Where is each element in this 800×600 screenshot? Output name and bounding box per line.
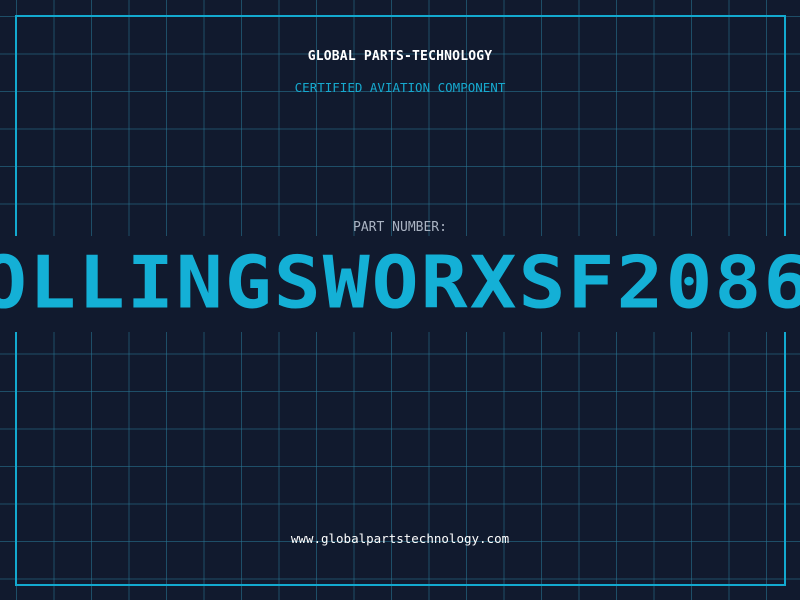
company-name: GLOBAL PARTS-TECHNOLOGY	[307, 49, 493, 64]
tagline: CERTIFIED AVIATION COMPONENT	[294, 80, 506, 95]
part-number-band: OLLINGSWORXSF208629	[0, 236, 800, 332]
certificate-canvas: GLOBAL PARTS-TECHNOLOGY CERTIFIED AVIATI…	[0, 0, 800, 600]
website-url: www.globalpartstechnology.com	[290, 531, 510, 546]
part-number-label: PART NUMBER:	[353, 220, 447, 235]
part-number-value: OLLINGSWORXSF208629	[0, 242, 800, 325]
